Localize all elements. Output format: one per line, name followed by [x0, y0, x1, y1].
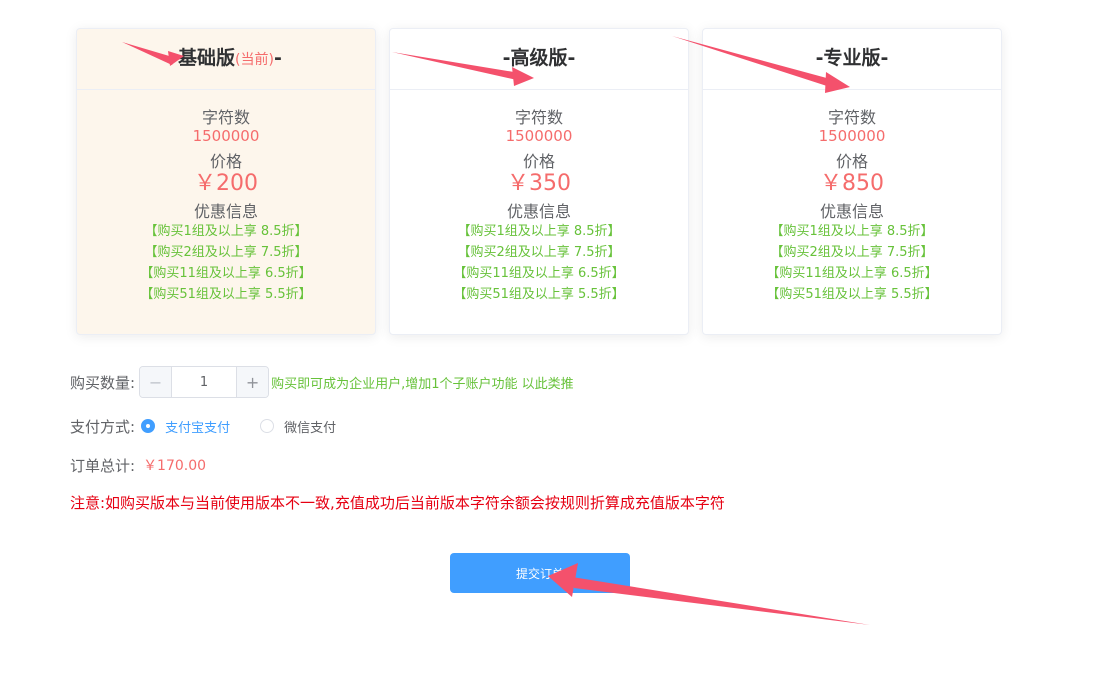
radio-label: 支付宝支付: [165, 420, 231, 436]
radio-checked-icon[interactable]: [141, 419, 156, 433]
discount-item: 【购买11组及以上享 6.5折】: [453, 266, 625, 281]
current-plan-tag: (当前): [235, 52, 274, 68]
price-value: ￥350: [507, 171, 571, 196]
price-value: ￥200: [194, 171, 258, 196]
quantity-input[interactable]: [172, 367, 237, 397]
quantity-row: 购买数量: − + 购买即可成为企业用户,增加1个子账户功能 以此类推: [70, 366, 574, 398]
discount-item: 【购买1组及以上享 8.5折】: [770, 224, 934, 239]
discount-item: 【购买51组及以上享 5.5折】: [766, 287, 938, 302]
plan-title-suffix: -: [273, 47, 282, 69]
plan-card-advanced[interactable]: -高级版- 字符数 1500000 价格 ￥350 优惠信息 【购买1组及以上享…: [389, 28, 689, 335]
price-label: 价格: [835, 152, 868, 171]
plan-card-pro[interactable]: -专业版- 字符数 1500000 价格 ￥850 优惠信息 【购买1组及以上享…: [702, 28, 1002, 335]
quantity-stepper: − +: [139, 366, 270, 398]
discount-label: 优惠信息: [819, 202, 884, 221]
discount-label: 优惠信息: [193, 202, 258, 221]
quantity-label: 购买数量:: [70, 373, 136, 392]
discount-item: 【购买2组及以上享 7.5折】: [457, 245, 621, 260]
plan-card-basic[interactable]: -基础版(当前)- 字符数 1500000 价格 ￥200 优惠信息 【购买1组…: [76, 28, 376, 335]
plan-cards: -基础版(当前)- 字符数 1500000 价格 ￥200 优惠信息 【购买1组…: [76, 28, 1004, 336]
plan-title: -基础版(当前)-: [77, 29, 375, 90]
discount-item: 【购买11组及以上享 6.5折】: [140, 266, 312, 281]
discount-label: 优惠信息: [506, 202, 571, 221]
chars-value: 1500000: [818, 127, 886, 145]
discount-item: 【购买2组及以上享 7.5折】: [770, 245, 934, 260]
order-total-row: 订单总计: ￥170.00: [70, 455, 206, 475]
chars-value: 1500000: [192, 127, 260, 145]
radio-label: 微信支付: [284, 420, 337, 436]
price-label: 价格: [209, 152, 242, 171]
increase-button[interactable]: +: [236, 367, 269, 397]
price-label: 价格: [522, 152, 555, 171]
total-label: 订单总计:: [70, 456, 136, 475]
radio-alipay[interactable]: 支付宝支付: [141, 417, 230, 436]
price-value: ￥850: [820, 171, 884, 196]
chars-value: 1500000: [505, 127, 573, 145]
discount-item: 【购买51组及以上享 5.5折】: [140, 287, 312, 302]
chars-label: 字符数: [514, 108, 563, 127]
discount-item: 【购买1组及以上享 8.5折】: [144, 224, 308, 239]
payment-label: 支付方式:: [70, 417, 136, 436]
decrease-button[interactable]: −: [140, 367, 173, 397]
total-value: ￥170.00: [143, 458, 207, 474]
discount-item: 【购买11组及以上享 6.5折】: [766, 266, 938, 281]
plan-title: -高级版-: [390, 29, 688, 90]
radio-wechat[interactable]: 微信支付: [260, 417, 336, 436]
chars-label: 字符数: [201, 108, 250, 127]
discount-item: 【购买2组及以上享 7.5折】: [144, 245, 308, 260]
plan-name: -基础版: [170, 47, 236, 69]
payment-row: 支付方式: 支付宝支付 微信支付: [70, 416, 336, 436]
notice-text: 注意:如购买版本与当前使用版本不一致,充值成功后当前版本字符余额会按规则折算成充…: [70, 494, 725, 512]
quantity-tip: 购买即可成为企业用户,增加1个子账户功能 以此类推: [271, 376, 574, 392]
discount-item: 【购买51组及以上享 5.5折】: [453, 287, 625, 302]
discount-item: 【购买1组及以上享 8.5折】: [457, 224, 621, 239]
chars-label: 字符数: [827, 108, 876, 127]
submit-order-button[interactable]: 提交订单: [450, 553, 630, 593]
radio-unchecked-icon[interactable]: [260, 419, 275, 433]
plan-title: -专业版-: [703, 29, 1001, 90]
